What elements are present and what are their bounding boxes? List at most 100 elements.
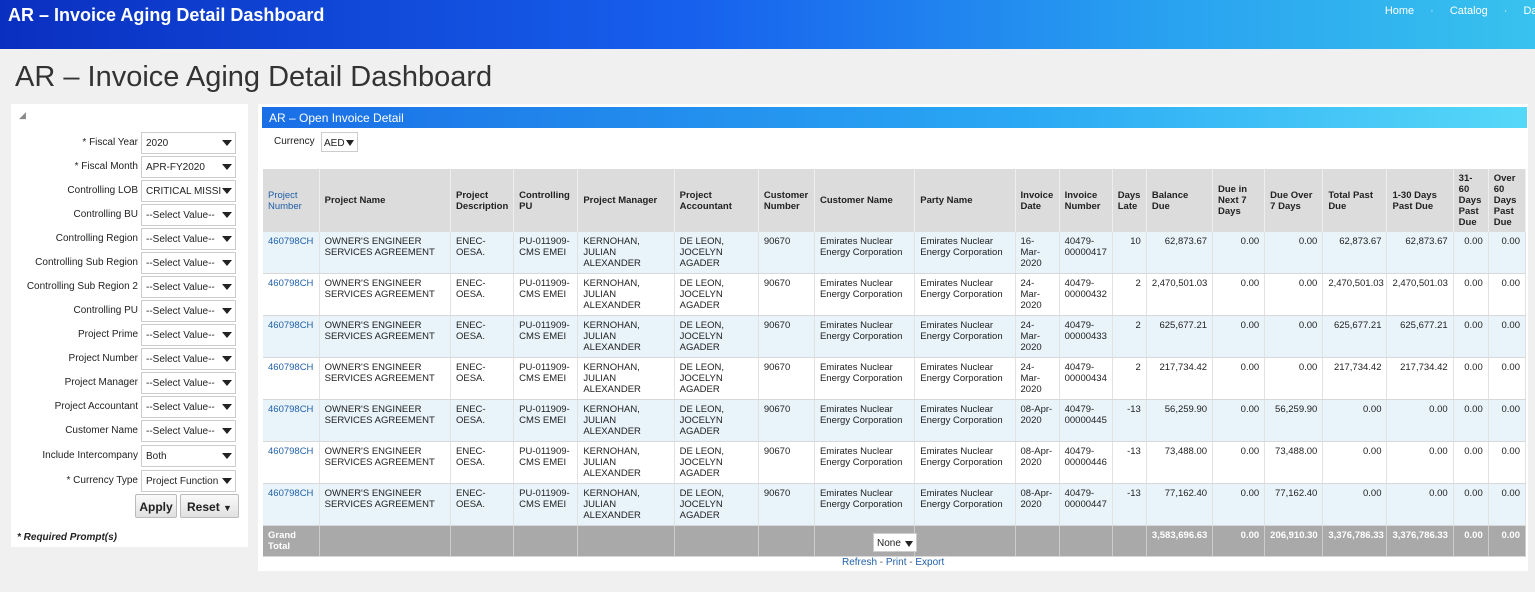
project-number-link[interactable]: 460798CH	[263, 483, 320, 526]
currency-label: Currency	[274, 136, 315, 147]
project-number-link[interactable]: 460798CH	[263, 441, 320, 484]
table-cell: 56,259.90	[1146, 399, 1214, 442]
nav-catalog-link[interactable]: Catalog	[1450, 5, 1488, 17]
prompt-select[interactable]: --Select Value--	[141, 396, 236, 418]
table-cell: 0.00	[1453, 273, 1489, 316]
column-header[interactable]: Project Number	[263, 169, 320, 232]
table-cell: PU-011909-CMS EMEI	[513, 273, 579, 316]
table-cell: 16-Mar-2020	[1015, 232, 1060, 274]
table-cell: 24-Mar-2020	[1015, 315, 1060, 358]
table-cell: 0.00	[1212, 273, 1266, 316]
refresh-link[interactable]: Refresh	[842, 557, 877, 568]
nav-home-link[interactable]: Home	[1385, 5, 1414, 17]
project-number-link[interactable]: 460798CH	[263, 315, 320, 358]
table-cell: 0.00	[1453, 232, 1489, 274]
table-cell: 40479-00000446	[1059, 441, 1113, 484]
table-cell: Emirates Nuclear Energy Corporation	[914, 483, 1016, 526]
prompt-value: --Select Value--	[146, 258, 215, 269]
table-cell: 08-Apr-2020	[1015, 483, 1060, 526]
prompt-select[interactable]: Project Function	[141, 470, 236, 492]
prompt-select[interactable]: --Select Value--	[141, 228, 236, 250]
column-header: Balance Due	[1146, 169, 1214, 232]
collapse-triangle-icon[interactable]: ◢	[19, 110, 26, 121]
view-selector[interactable]: None	[873, 533, 917, 552]
prompt-select[interactable]: --Select Value--	[141, 252, 236, 274]
apply-button[interactable]: Apply	[135, 494, 177, 518]
column-header: 1-30 Days Past Due	[1386, 169, 1454, 232]
project-number-link[interactable]: 460798CH	[263, 357, 320, 400]
table-cell: KERNOHAN, JULIAN ALEXANDER	[577, 483, 675, 526]
table-cell: KERNOHAN, JULIAN ALEXANDER	[577, 273, 675, 316]
prompt-value: --Select Value--	[146, 330, 215, 341]
table-cell: 73,488.00	[1146, 441, 1214, 484]
prompt-select[interactable]: Both	[141, 445, 236, 467]
top-banner: AR – Invoice Aging Detail Dashboard Home…	[0, 0, 1535, 49]
table-cell: 0.00	[1212, 315, 1266, 358]
prompt-select[interactable]: --Select Value--	[141, 276, 236, 298]
table-cell: 0.00	[1488, 232, 1527, 274]
view-selector-value: None	[877, 538, 901, 549]
prompt-select[interactable]: --Select Value--	[141, 204, 236, 226]
currency-value: AED	[324, 138, 345, 149]
column-header: Customer Name	[814, 169, 916, 232]
chevron-down-icon	[346, 140, 354, 146]
table-cell: PU-011909-CMS EMEI	[513, 441, 579, 484]
table-cell: 24-Mar-2020	[1015, 273, 1060, 316]
table-cell: 90670	[758, 315, 815, 358]
chevron-down-icon	[222, 188, 232, 194]
prompt-label: Project Accountant	[54, 401, 138, 412]
prompt-select[interactable]: --Select Value--	[141, 420, 236, 442]
table-cell: 2,470,501.03	[1146, 273, 1214, 316]
table-cell: ENEC-OESA.	[450, 483, 515, 526]
table-cell: 0.00	[1264, 232, 1324, 274]
chevron-down-icon	[222, 356, 232, 362]
project-number-link[interactable]: 460798CH	[263, 273, 320, 316]
table-cell: 90670	[758, 273, 815, 316]
table-cell: 56,259.90	[1264, 399, 1324, 442]
prompt-select[interactable]: APR-FY2020	[141, 156, 236, 178]
prompt-value: --Select Value--	[146, 234, 215, 245]
table-cell: 0.00	[1264, 315, 1324, 358]
table-cell: PU-011909-CMS EMEI	[513, 483, 579, 526]
currency-select[interactable]: AED	[321, 132, 358, 152]
project-number-link[interactable]: 460798CH	[263, 399, 320, 442]
table-cell: 08-Apr-2020	[1015, 399, 1060, 442]
project-number-link[interactable]: 460798CH	[263, 232, 320, 274]
table-row: 460798CH OWNER'S ENGINEER SERVICES AGREEM…	[263, 483, 1527, 526]
report-links: Refresh - Print - Export	[842, 557, 945, 568]
prompt-select[interactable]: --Select Value--	[141, 324, 236, 346]
column-header: Controlling PU	[513, 169, 579, 232]
prompt-select[interactable]: --Select Value--	[141, 372, 236, 394]
table-cell: Emirates Nuclear Energy Corporation	[814, 315, 916, 358]
table-cell: 0.00	[1386, 399, 1454, 442]
prompt-label: * Currency Type	[66, 475, 138, 486]
print-link[interactable]: Print	[886, 557, 907, 568]
table-cell: OWNER'S ENGINEER SERVICES AGREEMENT	[319, 399, 452, 442]
column-header: Days Late	[1112, 169, 1147, 232]
chevron-down-icon	[222, 260, 232, 266]
prompt-select[interactable]: CRITICAL MISSI	[141, 180, 236, 202]
table-cell: ENEC-OESA.	[450, 441, 515, 484]
table-cell: OWNER'S ENGINEER SERVICES AGREEMENT	[319, 357, 452, 400]
table-cell: 0.00	[1212, 399, 1266, 442]
table-cell: -13	[1112, 483, 1147, 526]
table-cell: 0.00	[1322, 399, 1388, 442]
chevron-down-icon	[222, 236, 232, 242]
table-cell: 217,734.42	[1386, 357, 1454, 400]
total-cell	[1015, 525, 1060, 557]
prompt-label: Controlling Sub Region	[35, 257, 138, 268]
prompts-panel: ◢ * Fiscal Year 2020 * Fiscal Month APR-FY2…	[11, 104, 248, 547]
column-header: Project Name	[319, 169, 452, 232]
export-link[interactable]: Export	[915, 557, 944, 568]
reset-button[interactable]: Reset ▼	[180, 494, 239, 518]
prompt-value: --Select Value--	[146, 402, 215, 413]
nav-dashboards-link[interactable]: Das	[1523, 5, 1535, 17]
table-cell: DE LEON, JOCELYN AGADER	[674, 232, 759, 274]
table-cell: 0.00	[1212, 357, 1266, 400]
table-cell: 0.00	[1488, 441, 1527, 484]
prompt-select[interactable]: --Select Value--	[141, 300, 236, 322]
table-cell: 0.00	[1264, 273, 1324, 316]
prompt-select[interactable]: --Select Value--	[141, 348, 236, 370]
total-cell: 3,376,786.33	[1322, 525, 1388, 557]
prompt-select[interactable]: 2020	[141, 132, 236, 154]
